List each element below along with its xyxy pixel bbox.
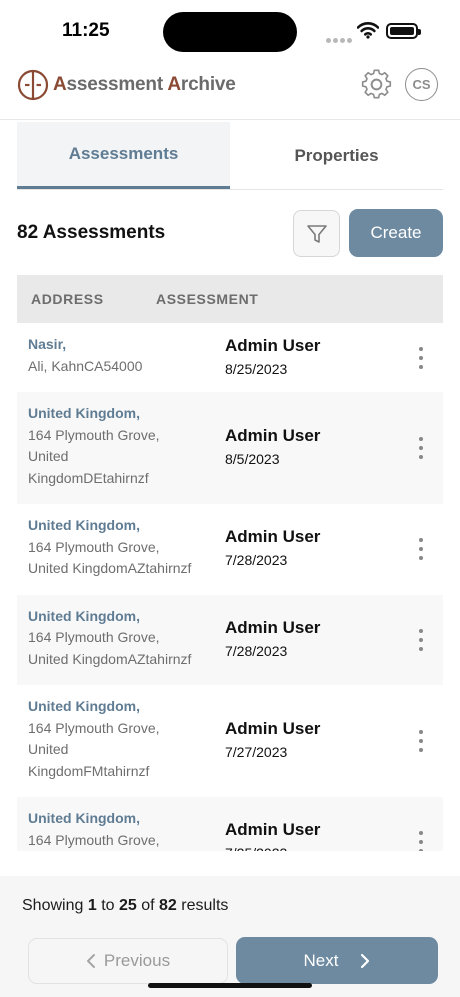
assessor-name: Admin User	[225, 820, 321, 840]
address-line: United	[28, 741, 69, 757]
address-line: 164 Plymouth Grove,	[28, 426, 160, 443]
app-title: Assessment Archive	[53, 74, 236, 95]
address-cell: United Kingdom, 164 Plymouth Grove, United…	[28, 696, 218, 782]
address-line: 164 Plymouth Grove,	[28, 538, 160, 555]
previous-label: Previous	[103, 951, 171, 970]
address-heading: United Kingdom,	[28, 405, 140, 421]
table-row[interactable]: United Kingdom, 164 Plymouth Grove, United…	[17, 392, 443, 504]
table-row[interactable]: United Kingdom, 164 Plymouth Grove, United…	[17, 594, 443, 685]
wifi-icon	[357, 22, 379, 39]
create-button[interactable]: Create	[349, 209, 443, 257]
status-bar: 11:25	[0, 0, 460, 62]
next-button[interactable]: Next	[236, 937, 438, 984]
battery-icon	[386, 23, 421, 39]
address-line: 164 Plymouth Grove,	[28, 831, 160, 848]
table-row[interactable]: Nasir, Ali, KahnCA54000 Admin User 8/25/202…	[17, 323, 443, 392]
table-header: ADDRESS ASSESSMENT	[17, 275, 443, 323]
assessment-date: 7/28/2023	[225, 552, 288, 569]
results-summary: Showing 1 to 25 of 82 results	[22, 897, 229, 914]
more-options-icon[interactable]	[413, 437, 429, 459]
assessment-date: 7/27/2023	[225, 744, 288, 760]
address-cell: Nasir, Ali, KahnCA54000	[28, 334, 218, 377]
address-heading: United Kingdom,	[28, 517, 140, 533]
address-line: 164 Plymouth Grove,	[28, 629, 160, 645]
assessor-name: Admin User	[225, 719, 321, 738]
tab-assessments[interactable]: Assessments	[17, 122, 230, 189]
table-row[interactable]: United Kingdom,164 Plymouth Grove,United…	[17, 797, 443, 851]
column-header-address[interactable]: ADDRESS	[31, 291, 104, 307]
more-options-icon[interactable]	[413, 730, 429, 752]
gear-icon[interactable]	[359, 67, 394, 102]
assessment-date: 8/5/2023	[225, 451, 280, 467]
next-label: Next	[303, 950, 339, 970]
address-heading: United Kingdom,	[28, 607, 140, 624]
assessment-count: 82 Assessments	[17, 222, 166, 243]
assessment-date: 7/28/2023	[225, 642, 288, 659]
column-header-assessment[interactable]: ASSESSMENT	[156, 291, 258, 307]
address-line: United KingdomAZtahirnzf	[28, 560, 192, 576]
assessor-name: Admin User	[225, 426, 321, 445]
address-line: KingdomDEtahirnzf	[28, 469, 149, 486]
assessor-name: Admin User	[225, 617, 321, 637]
previous-button[interactable]: Previous	[28, 938, 228, 984]
address-line: 164 Plymouth Grove,	[28, 719, 160, 736]
logo-icon	[17, 69, 49, 101]
more-options-icon[interactable]	[413, 628, 429, 651]
assessor-name: Admin User	[225, 335, 321, 355]
assessment-date: 7/25/2023	[225, 845, 287, 851]
address-heading: United Kingdom,	[28, 698, 140, 714]
more-options-icon[interactable]	[413, 538, 429, 561]
address-line: Ali, KahnCA54000	[28, 357, 143, 374]
address-line: KingdomFMtahirnzf	[28, 762, 150, 779]
tab-bar: Assessments Properties	[17, 122, 443, 190]
more-options-icon[interactable]	[413, 831, 429, 851]
address-line: United	[28, 448, 69, 464]
address-cell: United Kingdom, 164 Plymouth Grove, United…	[28, 606, 218, 671]
assessment-date: 8/25/2023	[225, 360, 288, 377]
address-cell: United Kingdom, 164 Plymouth Grove, United…	[28, 515, 218, 580]
status-time: 11:25	[62, 20, 110, 41]
address-cell: United Kingdom,164 Plymouth Grove,United	[28, 808, 218, 851]
tab-properties[interactable]: Properties	[230, 122, 443, 189]
address-heading: Nasir,	[28, 336, 67, 352]
home-indicator	[148, 983, 312, 988]
address-cell: United Kingdom, 164 Plymouth Grove, United…	[28, 403, 218, 489]
pagination-footer: Showing 1 to 25 of 82 results Previous N…	[0, 876, 460, 997]
address-heading: United Kingdom,	[28, 810, 140, 826]
app-header: Assessment Archive CS	[0, 62, 460, 120]
assessor-name: Admin User	[225, 527, 321, 547]
chevron-right-icon	[361, 953, 370, 968]
address-line: United KingdomAZtahirnzf	[28, 650, 192, 667]
filter-button[interactable]	[293, 210, 340, 257]
table-row[interactable]: United Kingdom, 164 Plymouth Grove, United…	[17, 504, 443, 595]
avatar[interactable]: CS	[405, 68, 438, 101]
dynamic-island	[163, 12, 297, 52]
filter-icon	[306, 224, 327, 243]
list-toolbar: 82 Assessments Create	[17, 208, 443, 258]
assessment-list[interactable]: Nasir, Ali, KahnCA54000 Admin User 8/25/202…	[17, 323, 443, 851]
chevron-left-icon	[86, 954, 95, 968]
more-options-icon[interactable]	[413, 346, 429, 369]
table-row[interactable]: United Kingdom, 164 Plymouth Grove, United…	[17, 685, 443, 797]
cellular-icon	[326, 30, 354, 48]
